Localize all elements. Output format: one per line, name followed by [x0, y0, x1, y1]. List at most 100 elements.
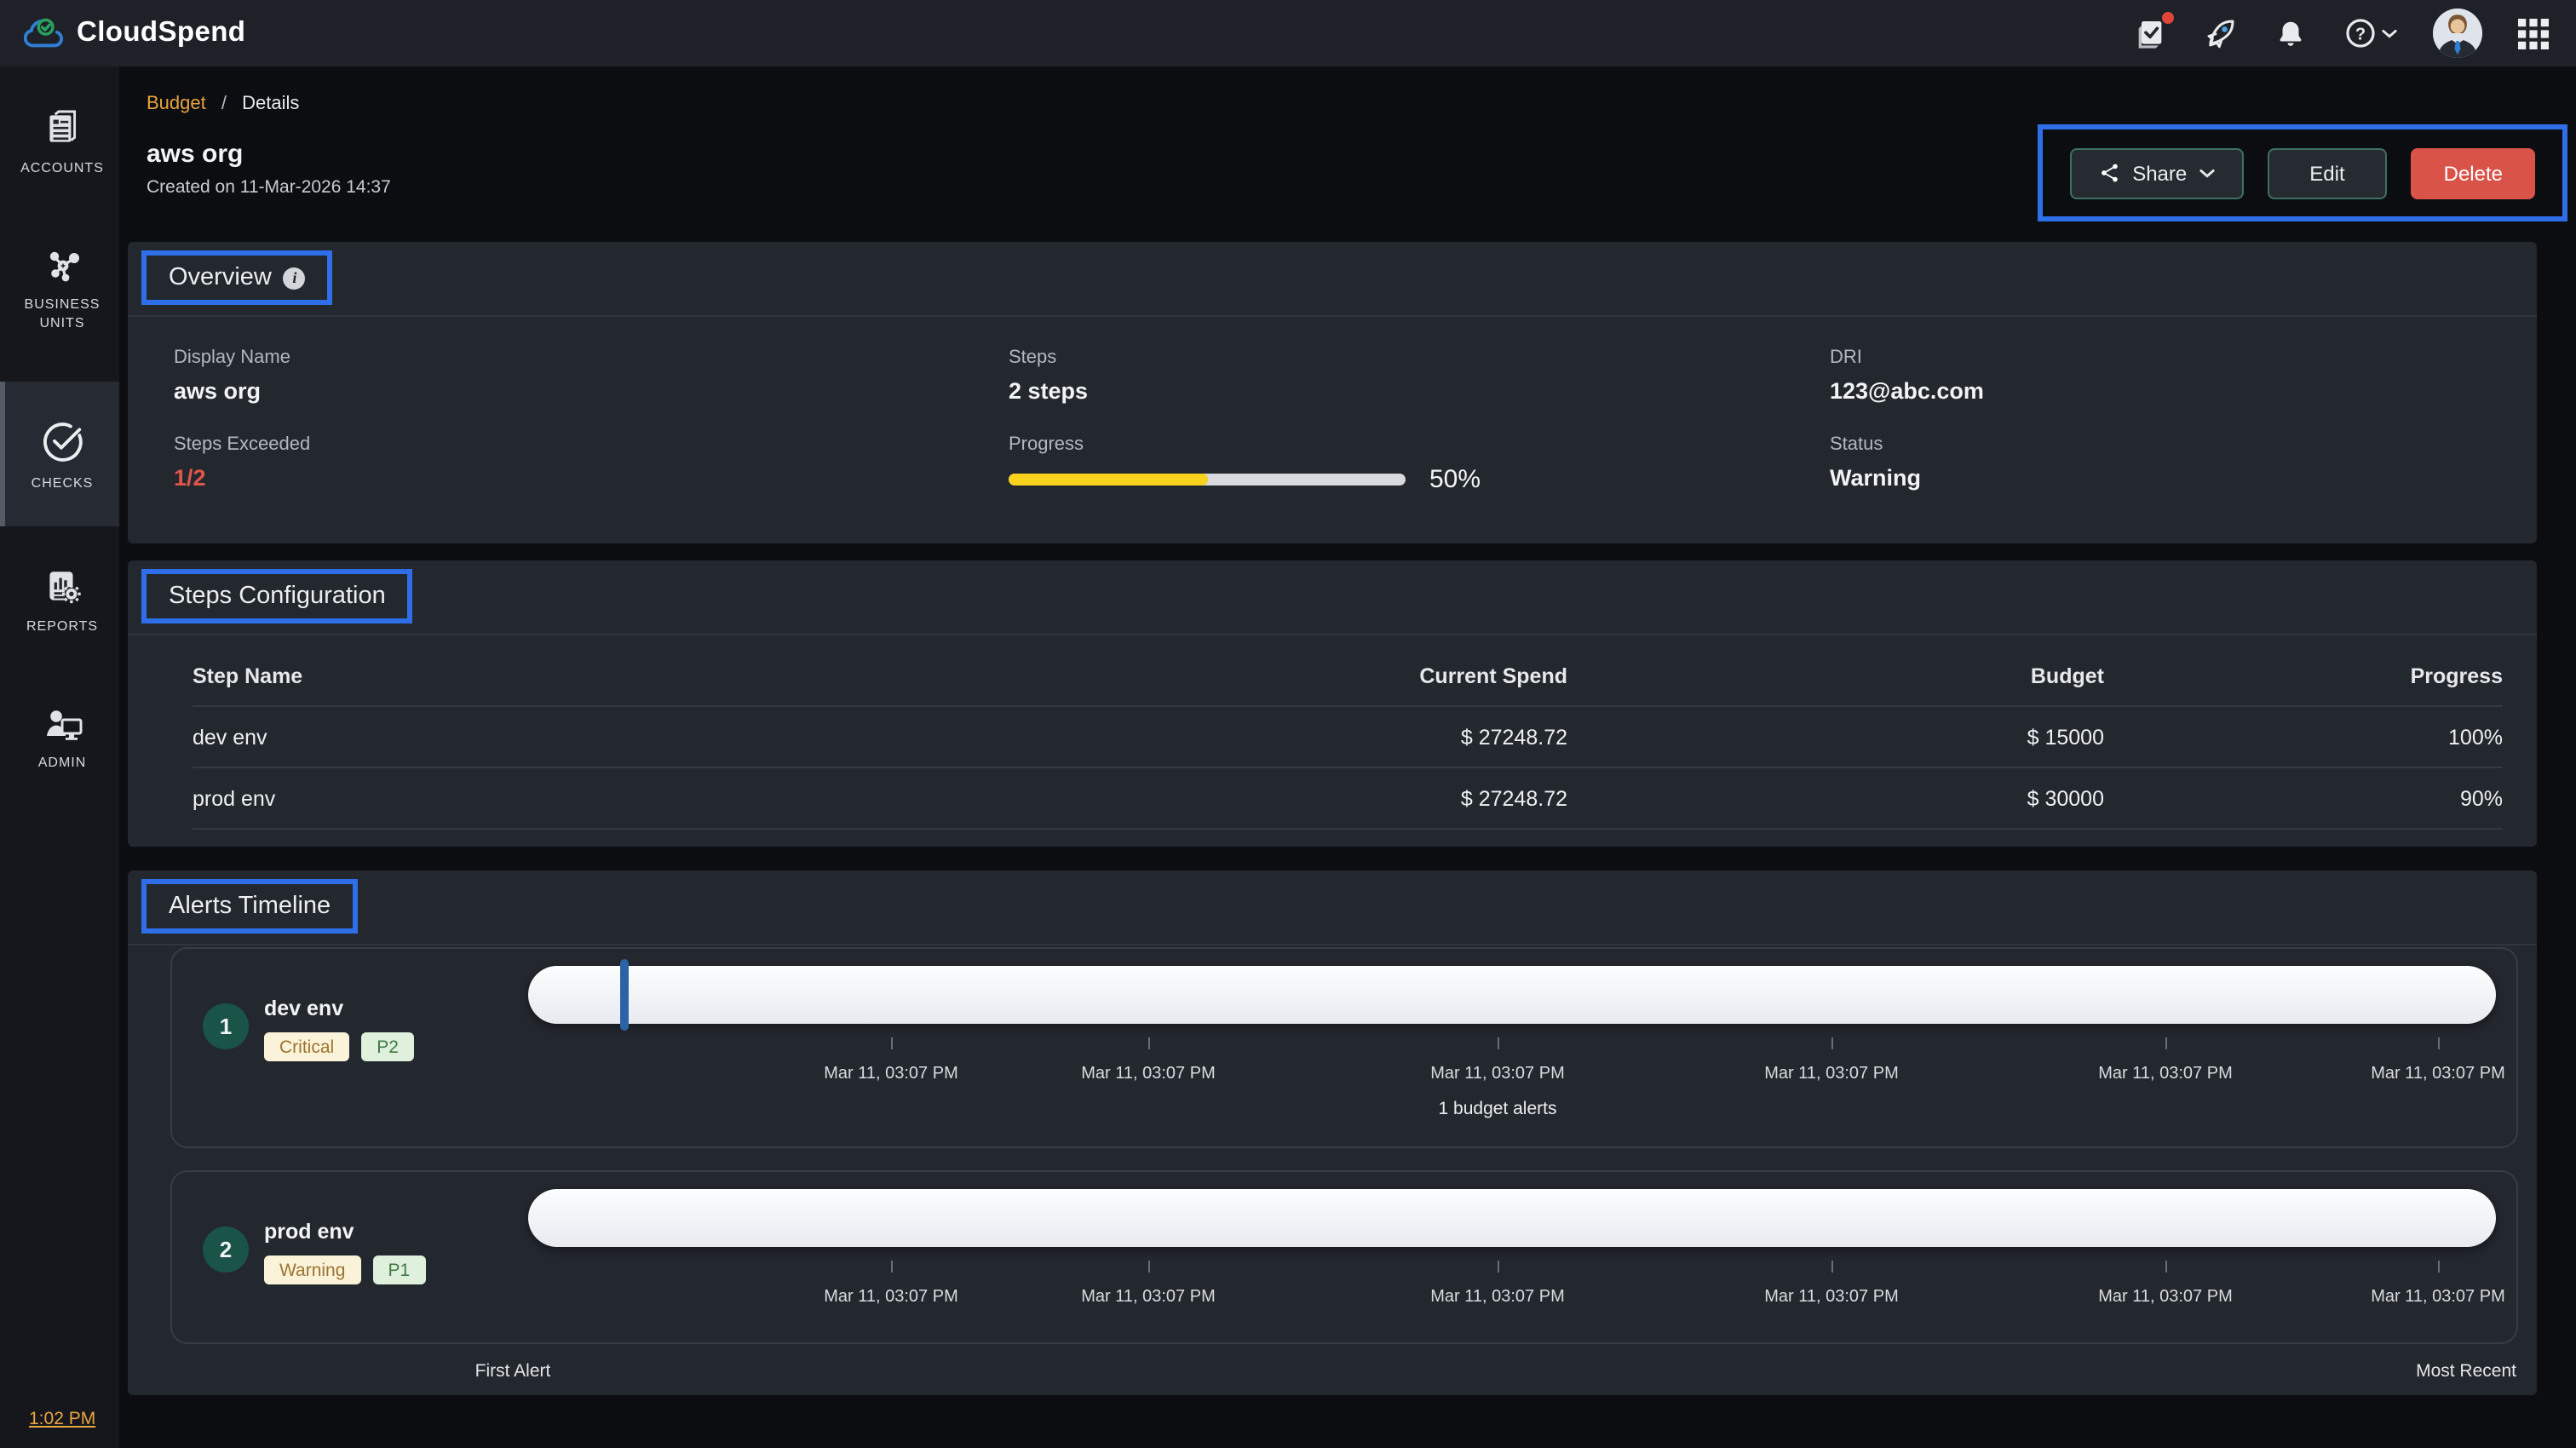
network-icon	[40, 245, 84, 286]
steps-title-highlight-box: Steps Configuration	[141, 569, 413, 623]
field-value: 2 steps	[1009, 378, 1089, 404]
timeline-timestamp: Mar 11, 03:07 PM	[1387, 1037, 1608, 1087]
field-label: Status	[1830, 434, 1883, 455]
cell-current-spend: $ 27248.72	[1460, 786, 1567, 810]
help-button[interactable]: ?	[2343, 15, 2397, 51]
tick-mark	[2165, 1261, 2166, 1273]
steps-configuration-title: Steps Configuration	[169, 583, 386, 610]
sidebar-item-label: CHECKS	[31, 475, 94, 491]
sidebar-item-business-units[interactable]: BUSINESS UNITS	[0, 223, 119, 354]
sidebar-item-label: ACCOUNTS	[20, 160, 104, 175]
alert-marker[interactable]	[620, 959, 629, 1031]
field-label: Progress	[1009, 434, 1084, 455]
sidebar-item-label: ADMIN	[37, 755, 87, 770]
field-value: Warning	[1830, 465, 1921, 491]
col-step-name: Step Name	[193, 664, 303, 687]
sidebar-item-label: REPORTS	[26, 618, 99, 634]
clock-time[interactable]: 1:02 PM	[29, 1409, 95, 1429]
alerts-timeline-title: Alerts Timeline	[169, 893, 331, 920]
cell-budget: $ 15000	[2027, 725, 2104, 749]
cell-progress: 100%	[2448, 725, 2503, 749]
progress-percent: 50%	[1429, 465, 1481, 494]
timeline-timestamp: Mar 11, 03:07 PM	[1721, 1037, 1942, 1087]
tick-mark	[1831, 1037, 1832, 1049]
col-budget: Budget	[2030, 664, 2104, 687]
alerts-timeline-panel: Alerts Timeline 1 dev env Critical P2 Ma…	[128, 871, 2537, 1395]
col-progress: Progress	[2410, 664, 2503, 687]
timeline-timestamp: Mar 11, 03:07 PM	[2055, 1037, 2276, 1087]
priority-badge: P2	[361, 1032, 414, 1061]
delete-button[interactable]: Delete	[2411, 147, 2535, 198]
priority-badge: P1	[372, 1256, 426, 1284]
field-progress: Progress 50%	[1009, 434, 1830, 494]
info-icon[interactable]: i	[283, 267, 306, 289]
tick-mark	[1147, 1261, 1149, 1273]
timeline-timestamp: Mar 11, 03:07 PM	[1721, 1261, 1942, 1310]
cell-current-spend: $ 27248.72	[1460, 725, 1567, 749]
field-steps: Steps 2 steps	[1009, 348, 1830, 404]
most-recent-label: Most Recent	[2416, 1361, 2516, 1382]
timeline-card-dev-env: 1 dev env Critical P2 Mar 11, 03:07 PM M…	[170, 947, 2518, 1148]
sidebar-item-admin[interactable]: ADMIN	[0, 681, 119, 794]
main-content: Budget / Details aws org Created on 11-M…	[119, 66, 2576, 1448]
tick-mark	[1831, 1261, 1832, 1273]
cell-step-name: prod env	[193, 786, 276, 810]
notifications-bell-button[interactable]	[2274, 16, 2307, 50]
timeline-timestamp: Mar 11, 03:07 PM	[1038, 1261, 1259, 1310]
severity-badge: Warning	[264, 1256, 361, 1284]
chevron-down-icon	[2199, 168, 2214, 177]
overview-title: Overview	[169, 264, 272, 291]
brand[interactable]: CloudSpend	[0, 15, 245, 51]
notification-dot	[2162, 11, 2174, 23]
table-row[interactable]: prod env $ 27248.72 $ 30000 90%	[193, 768, 2503, 830]
table-row[interactable]: dev env $ 27248.72 $ 15000 100%	[193, 707, 2503, 768]
field-dri: DRI 123@abc.com	[1830, 348, 2537, 404]
timeline-track	[528, 959, 2496, 1031]
breadcrumb-budget-link[interactable]: Budget	[147, 94, 206, 114]
sidebar-item-accounts[interactable]: ACCOUNTS	[0, 85, 119, 199]
overview-fields: Display Name aws org Steps 2 steps DRI 1…	[128, 317, 2537, 494]
user-avatar[interactable]	[2433, 9, 2482, 58]
progress-bar	[1009, 474, 1406, 486]
timeline-timestamp: Mar 11, 03:07 PM	[1038, 1037, 1259, 1087]
step-name: prod env	[264, 1220, 354, 1244]
alerts-timeline-header: Alerts Timeline	[128, 871, 2537, 945]
chevron-down-icon	[2382, 28, 2397, 37]
budget-alerts-count: 1 budget alerts	[1438, 1099, 1557, 1119]
alerts-title-highlight-box: Alerts Timeline	[141, 879, 359, 934]
timeline-step-info: 2 prod env Warning P1	[203, 1220, 426, 1284]
step-number-badge: 1	[203, 1003, 249, 1049]
tasks-button[interactable]	[2133, 11, 2174, 50]
severity-badge: Critical	[264, 1032, 350, 1061]
sidebar-item-checks[interactable]: CHECKS	[0, 382, 119, 526]
report-gear-icon	[41, 566, 83, 608]
steps-table-header: Step Name Current Spend Budget Progress	[193, 646, 2503, 707]
sidebar: ACCOUNTS BUSINESS UNITS CHECKS REPORTS A…	[0, 66, 119, 1448]
share-icon	[2098, 162, 2120, 184]
page-header: aws org Created on 11-Mar-2026 14:37 Sha…	[119, 124, 2576, 221]
share-button[interactable]: Share	[2069, 147, 2244, 198]
field-label: Display Name	[174, 348, 290, 368]
tick-mark	[1497, 1037, 1498, 1049]
topbar-icons: ?	[2133, 9, 2576, 58]
timeline-track	[528, 1189, 2496, 1247]
edit-button[interactable]: Edit	[2267, 147, 2388, 198]
timeline-step-info: 1 dev env Critical P2	[203, 997, 414, 1061]
tick-mark	[890, 1037, 892, 1049]
field-value: aws org	[174, 378, 262, 404]
cell-progress: 90%	[2459, 786, 2503, 810]
actions-highlight-box: Share Edit Delete	[2037, 124, 2567, 221]
breadcrumb: Budget / Details	[119, 66, 2576, 114]
whats-new-rocket-button[interactable]	[2203, 15, 2239, 51]
sidebar-item-reports[interactable]: REPORTS	[0, 543, 119, 658]
step-name: dev env	[264, 997, 344, 1020]
timeline-timestamp: Mar 11, 03:07 PM	[2055, 1261, 2276, 1310]
tick-mark	[890, 1261, 892, 1273]
breadcrumb-current: Details	[242, 94, 300, 114]
field-label: Steps Exceeded	[174, 434, 311, 455]
cloudspend-logo-icon	[24, 15, 65, 51]
field-label: Steps	[1009, 348, 1057, 368]
timeline-timestamp: Mar 11, 03:07 PM	[2327, 1261, 2549, 1310]
apps-grid-button[interactable]	[2518, 18, 2549, 49]
tick-mark	[2437, 1261, 2439, 1273]
